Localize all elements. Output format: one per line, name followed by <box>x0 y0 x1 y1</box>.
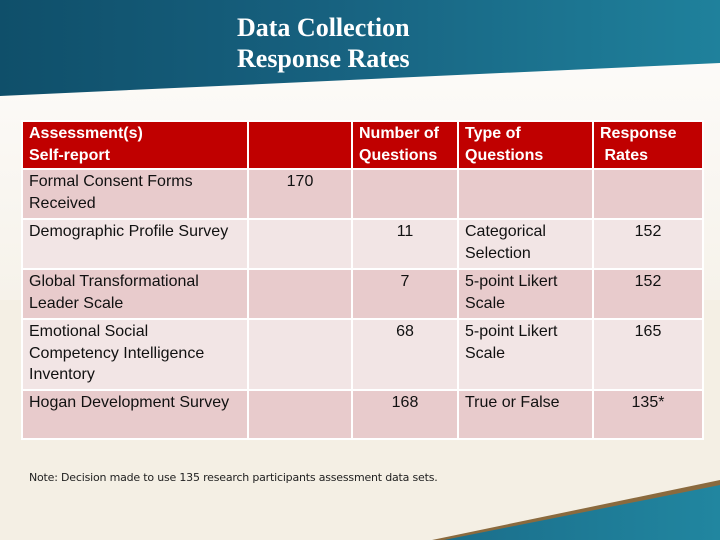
cell-type-of-questions <box>459 170 592 218</box>
cell-assessment: Hogan Development Survey <box>23 391 247 438</box>
footnote: Note: Decision made to use 135 research … <box>29 471 438 484</box>
cell-response-rate: 165 <box>594 320 702 389</box>
header-type-of-questions: Type of Questions <box>459 122 592 168</box>
cell-assessment: Emotional Social Competency Intelligence… <box>23 320 247 389</box>
cell-number-of-questions: 68 <box>353 320 457 389</box>
cell-count <box>249 220 351 268</box>
title-line-2: Response Rates <box>237 44 410 73</box>
cell-response-rate <box>594 170 702 218</box>
table-row: Hogan Development Survey 168 True or Fal… <box>23 391 702 438</box>
cell-assessment: Global Transformational Leader Scale <box>23 270 247 318</box>
header-number-of-questions: Number of Questions <box>353 122 457 168</box>
cell-count <box>249 320 351 389</box>
cell-type-of-questions: Categorical Selection <box>459 220 592 268</box>
table-row: Global Transformational Leader Scale 7 5… <box>23 270 702 318</box>
table-row: Emotional Social Competency Intelligence… <box>23 320 702 389</box>
header-response-rates: Response Rates <box>594 122 702 168</box>
table-row: Formal Consent Forms Received 170 <box>23 170 702 218</box>
header-count <box>249 122 351 168</box>
header-assessment: Assessment(s) Self-report <box>23 122 247 168</box>
table-header-row: Assessment(s) Self-report Number of Questi… <box>23 122 702 168</box>
cell-number-of-questions: 7 <box>353 270 457 318</box>
cell-response-rate: 152 <box>594 270 702 318</box>
cell-count: 170 <box>249 170 351 218</box>
cell-type-of-questions: True or False <box>459 391 592 438</box>
title-line-1: Data Collection <box>237 13 410 42</box>
cell-type-of-questions: 5-point Likert Scale <box>459 320 592 389</box>
cell-count <box>249 270 351 318</box>
cell-count <box>249 391 351 438</box>
cell-assessment: Demographic Profile Survey <box>23 220 247 268</box>
cell-number-of-questions: 11 <box>353 220 457 268</box>
cell-response-rate: 152 <box>594 220 702 268</box>
cell-assessment: Formal Consent Forms Received <box>23 170 247 218</box>
cell-number-of-questions <box>353 170 457 218</box>
cell-response-rate: 135* <box>594 391 702 438</box>
table-row: Demographic Profile Survey 11 Categorica… <box>23 220 702 268</box>
slide-title: Data Collection Response Rates <box>237 12 497 74</box>
cell-type-of-questions: 5-point Likert Scale <box>459 270 592 318</box>
cell-number-of-questions: 168 <box>353 391 457 438</box>
response-rates-table: Assessment(s) Self-report Number of Questi… <box>21 120 704 440</box>
